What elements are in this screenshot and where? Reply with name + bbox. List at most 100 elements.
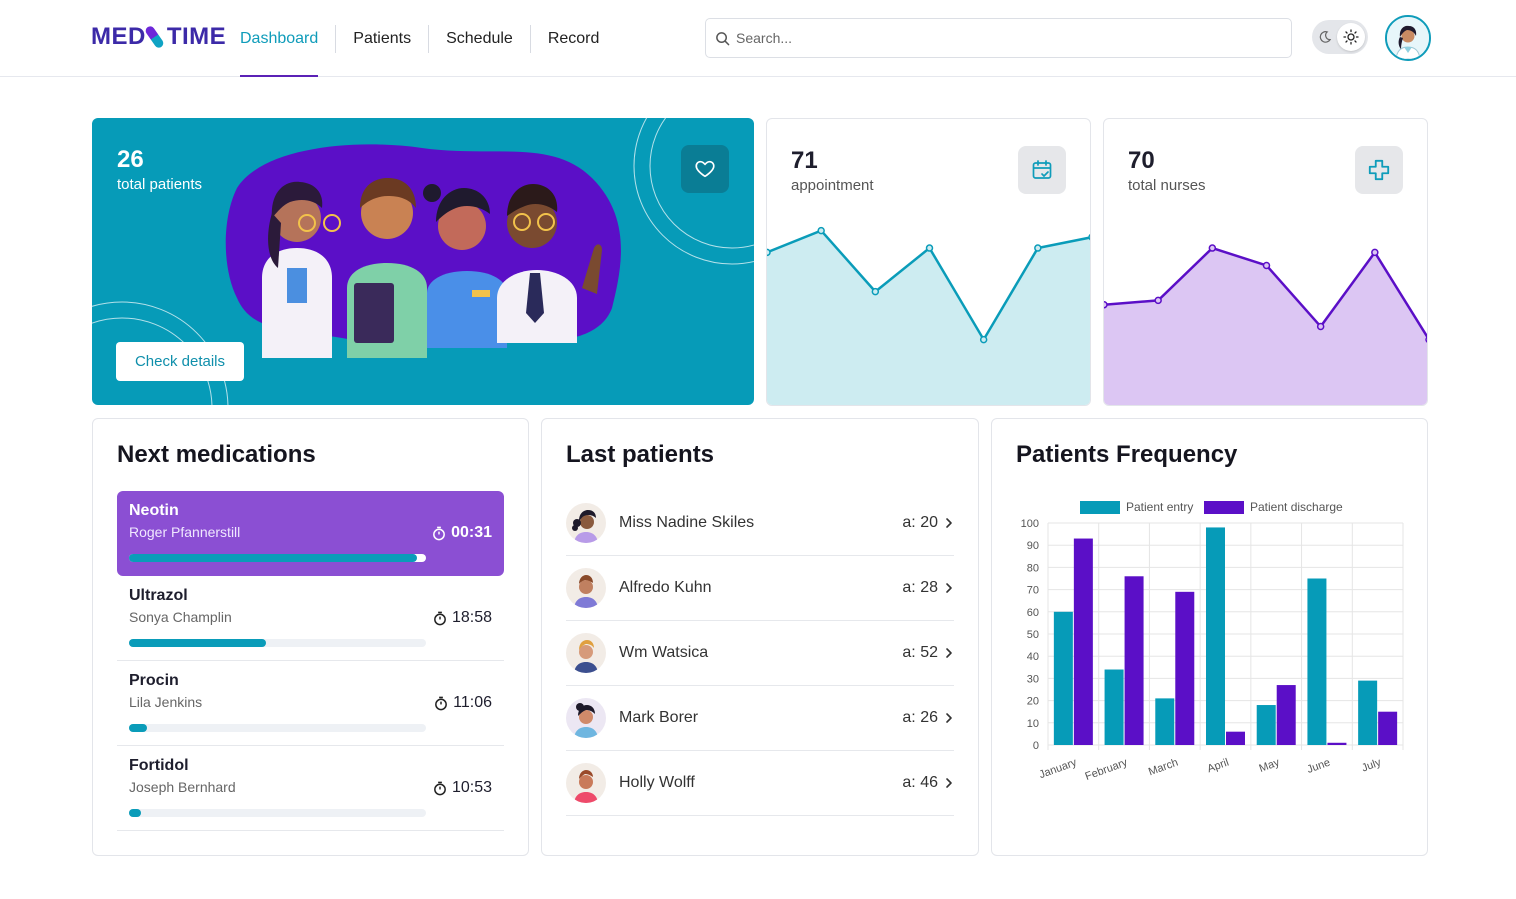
- calendar-button[interactable]: [1018, 146, 1066, 194]
- patient-avatar: [566, 698, 606, 738]
- medication-time-value: 00:31: [451, 524, 492, 541]
- search-box: [705, 18, 1292, 58]
- theme-toggle[interactable]: [1312, 20, 1368, 54]
- last-patients-title: Last patients: [566, 441, 715, 468]
- medication-progress-track: [129, 639, 426, 647]
- favorite-button[interactable]: [681, 145, 729, 193]
- pill-icon: [143, 24, 165, 50]
- nurses-trend-point: [1316, 322, 1325, 331]
- toggle-knob[interactable]: [1337, 23, 1365, 51]
- appointment-trend-area: [767, 230, 1090, 405]
- tab-dashboard[interactable]: Dashboard: [240, 0, 335, 77]
- patient-row[interactable]: Miss Nadine Skiles a: 20: [566, 491, 954, 556]
- tab-patients[interactable]: Patients: [336, 0, 428, 77]
- y-tick-label: 100: [1021, 518, 1039, 530]
- bar-entry: [1155, 698, 1175, 745]
- stopwatch-icon: [435, 696, 448, 710]
- medication-time-value: 18:58: [451, 609, 492, 626]
- medication-item[interactable]: Ultrazol Sonya Champlin 18:58: [117, 576, 504, 661]
- bar-entry: [1206, 527, 1225, 745]
- x-tick-label: June: [1305, 757, 1332, 776]
- bar-discharge: [1226, 731, 1245, 745]
- patient-name: Alfredo Kuhn: [619, 579, 712, 596]
- nurses-trend-point: [1371, 248, 1379, 257]
- patient-row[interactable]: Holly Wolff a: 46: [566, 751, 954, 816]
- check-details-button[interactable]: Check details: [116, 342, 244, 381]
- patients-frequency-chart: Patient entry Patient discharge 0 10 20 30 40 5…: [1021, 500, 1404, 783]
- medication-item[interactable]: Fortidol Joseph Bernhard 10:53: [117, 746, 504, 831]
- medication-name: Procin: [129, 672, 179, 689]
- bar-entry: [1104, 669, 1124, 745]
- x-tick-label: January: [1037, 756, 1078, 781]
- moon-icon: [1319, 31, 1332, 43]
- stopwatch-icon: [434, 611, 446, 625]
- add-nurse-button[interactable]: [1355, 146, 1403, 194]
- patient-age: a: 46: [902, 774, 938, 791]
- medication-progress-fill: [129, 809, 141, 817]
- patient-row[interactable]: Mark Borer a: 26: [566, 686, 954, 751]
- patients-frequency-card: Patients Frequency Patient entry Patient …: [991, 418, 1428, 856]
- bar-entry: [1256, 705, 1276, 745]
- legend-swatch: [1080, 501, 1120, 514]
- patient-row[interactable]: Wm Watsica a: 52: [566, 621, 954, 686]
- chevron-right-icon: [946, 518, 952, 528]
- doctor-avatar-icon: [1387, 17, 1429, 59]
- patient-row[interactable]: Alfredo Kuhn a: 28: [566, 556, 954, 621]
- medication-item[interactable]: Procin Lila Jenkins 11:06: [117, 661, 504, 746]
- patient-avatar: [566, 633, 606, 673]
- stopwatch-icon: [433, 526, 445, 540]
- nurses-card: 70 total nurses: [1103, 118, 1428, 406]
- total-patients-card: 26 total patients Check details: [92, 118, 754, 405]
- x-tick-label: March: [1147, 757, 1180, 779]
- bar-discharge: [1175, 591, 1195, 745]
- patient-avatar: [566, 568, 606, 608]
- patient-name: Miss Nadine Skiles: [619, 514, 755, 531]
- last-patients-card: Last patients Miss Nadine Skiles a: 20 A…: [541, 418, 979, 856]
- medication-item[interactable]: Neotin Roger Pfannerstill 00:31: [117, 491, 504, 576]
- nurses-count: 70: [1128, 147, 1155, 174]
- patient-age: a: 20: [902, 514, 938, 531]
- app-logo[interactable]: MED TIME: [91, 22, 226, 52]
- bar-entry: [1307, 578, 1327, 745]
- bar-entry: [1358, 680, 1378, 745]
- patient-name: Holly Wolff: [619, 774, 695, 791]
- patient-age: a: 52: [902, 644, 938, 661]
- patient-name: Mark Borer: [619, 709, 699, 726]
- medication-progress-fill: [129, 724, 147, 732]
- appointment-count: 71: [791, 147, 818, 174]
- search-input[interactable]: [736, 30, 1276, 46]
- sun-icon: [1343, 29, 1359, 45]
- search-icon: [716, 31, 730, 45]
- user-avatar[interactable]: [1385, 15, 1431, 61]
- medication-time-value: 11:06: [453, 694, 492, 711]
- medication-time: 10:53: [433, 779, 492, 797]
- logo-text-left: MED: [91, 23, 146, 50]
- nurses-trend-point: [1262, 261, 1271, 270]
- y-tick-label: 70: [1027, 585, 1039, 597]
- medication-time-value: 10:53: [451, 779, 492, 796]
- appointment-trend-point: [871, 287, 880, 296]
- appointment-trend-point: [979, 335, 988, 344]
- y-tick-label: 50: [1027, 629, 1039, 641]
- y-tick-label: 80: [1027, 562, 1039, 574]
- nurses-label: total nurses: [1128, 177, 1206, 194]
- patient-age: a: 28: [902, 579, 938, 596]
- tab-record[interactable]: Record: [531, 0, 617, 77]
- nurses-trend-point: [1208, 244, 1217, 252]
- medication-progress-fill: [129, 554, 418, 562]
- legend-label: Patient discharge: [1250, 500, 1343, 514]
- y-tick-label: 60: [1027, 607, 1039, 619]
- patient-age: a: 26: [902, 709, 938, 726]
- appointment-label: appointment: [791, 177, 874, 194]
- total-patients-count: 26: [117, 146, 144, 173]
- calendar-check-icon: [1032, 160, 1052, 179]
- nurses-trend-point: [1154, 296, 1162, 305]
- heart-icon: [695, 160, 715, 178]
- next-medications-title: Next medications: [117, 441, 316, 468]
- nurses-stat: 70 total nurses: [1128, 147, 1206, 194]
- main-nav: Dashboard Patients Schedule Record: [240, 0, 616, 77]
- patient-name: Wm Watsica: [619, 644, 709, 661]
- tab-schedule[interactable]: Schedule: [429, 0, 530, 77]
- plus-icon: [1368, 159, 1390, 181]
- x-tick-label: February: [1084, 756, 1130, 783]
